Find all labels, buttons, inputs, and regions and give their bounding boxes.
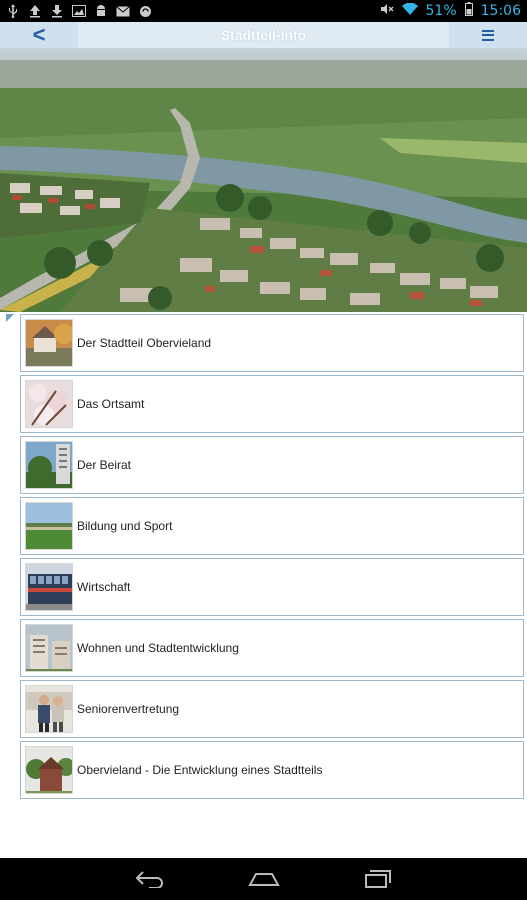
battery-percent: 51%: [425, 3, 457, 19]
list-item-label: Seniorenvertretung: [77, 702, 180, 716]
mute-icon: [380, 3, 394, 19]
nav-recent-button[interactable]: [360, 867, 396, 891]
list-item-wohnen[interactable]: Wohnen und Stadtentwicklung: [20, 619, 524, 677]
houses-autumn-thumbnail: [25, 319, 73, 367]
list-item-label: Obervieland - Die Entwicklung eines Stad…: [77, 763, 323, 777]
list-item-entwicklung[interactable]: Obervieland - Die Entwicklung eines Stad…: [20, 741, 524, 799]
system-nav-bar: [0, 858, 527, 900]
office-facade-thumbnail: [25, 563, 73, 611]
title-area: Stadtteil-Info: [78, 22, 449, 48]
image-icon: [72, 4, 86, 18]
list-item-senioren[interactable]: Seniorenvertretung: [20, 680, 524, 738]
back-button[interactable]: <: [0, 22, 78, 48]
list-item-label: Der Beirat: [77, 458, 132, 472]
list-item-wirtschaft[interactable]: Wirtschaft: [20, 558, 524, 616]
list-item-stadtteil[interactable]: Der Stadtteil Obervieland: [20, 314, 524, 372]
mail-icon: [116, 4, 130, 18]
old-building-thumbnail: [25, 746, 73, 794]
home-icon: [247, 873, 280, 886]
app-bar: < Stadtteil-Info: [0, 22, 527, 48]
list-item-label: Bildung und Sport: [77, 519, 173, 533]
sports-field-thumbnail: [25, 502, 73, 550]
list-item-label: Das Ortsamt: [77, 397, 145, 411]
cherry-blossoms-thumbnail: [25, 380, 73, 428]
battery-icon: [464, 2, 473, 20]
list-item-label: Wohnen und Stadtentwicklung: [77, 641, 239, 655]
hamburger-menu-icon: [482, 29, 494, 41]
menu-button[interactable]: [449, 22, 527, 48]
list-item-beirat[interactable]: Der Beirat: [20, 436, 524, 494]
page-title: Stadtteil-Info: [220, 27, 307, 43]
nav-back-button[interactable]: [132, 867, 168, 891]
screen: 51% 15:06 < Stadtteil-Info Der Stadtteil…: [0, 0, 527, 900]
list-item-label: Wirtschaft: [77, 580, 131, 594]
system-icons: 51% 15:06: [380, 2, 521, 20]
upload-icon: [28, 4, 42, 18]
nav-home-button[interactable]: [246, 867, 282, 891]
download-icon: [50, 4, 64, 18]
list-item-bildung[interactable]: Bildung und Sport: [20, 497, 524, 555]
list-item-label: Der Stadtteil Obervieland: [77, 336, 212, 350]
list-corner-marker: [6, 314, 14, 322]
recent-apps-icon: [364, 870, 391, 888]
android-icon: [94, 4, 108, 18]
back-icon: [135, 871, 163, 888]
section-list: Der Stadtteil Obervieland Das Ortsamt De…: [20, 314, 524, 802]
status-clock: 15:06: [480, 3, 521, 19]
back-label: <: [32, 22, 46, 47]
apartment-blocks-thumbnail: [25, 624, 73, 672]
tower-building-thumbnail: [25, 441, 73, 489]
list-item-ortsamt[interactable]: Das Ortsamt: [20, 375, 524, 433]
wifi-icon: [401, 2, 418, 19]
hero-aerial-image: [0, 48, 527, 312]
sync-icon: [138, 4, 152, 18]
status-bar: 51% 15:06: [0, 0, 527, 22]
two-people-thumbnail: [25, 685, 73, 733]
notification-icons: [6, 4, 152, 18]
usb-icon: [6, 4, 20, 18]
